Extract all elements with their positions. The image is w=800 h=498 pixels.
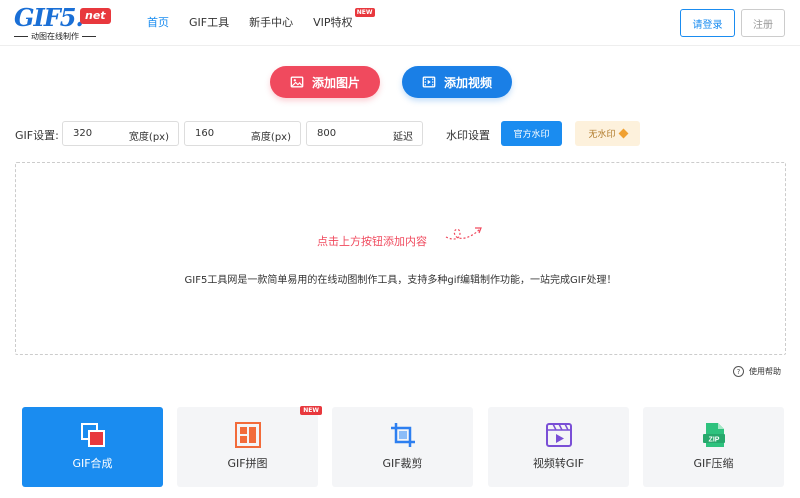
height-input[interactable]: 160 高度(px) bbox=[184, 121, 301, 146]
add-image-label: 添加图片 bbox=[311, 75, 360, 90]
video-icon bbox=[422, 76, 436, 88]
site-logo[interactable]: GIF5. net 动图在线制作 bbox=[14, 5, 114, 41]
delay-unit: 延迟 bbox=[393, 132, 413, 143]
logo-tagline: 动图在线制作 bbox=[14, 31, 96, 42]
no-watermark-label: 无水印 bbox=[588, 130, 616, 140]
help-label: 使用帮助 bbox=[749, 367, 781, 376]
nav-item-gif-tools[interactable]: GIF工具 bbox=[189, 14, 229, 30]
help-link[interactable]: ? 使用帮助 bbox=[733, 366, 781, 377]
tool-label: GIF裁剪 bbox=[382, 457, 423, 470]
main-nav: 首页 GIF工具 新手中心 VIP特权 NEW bbox=[147, 8, 375, 30]
nav-item-vip-label: VIP特权 bbox=[313, 16, 353, 29]
gif-settings-label: GIF设置: bbox=[15, 129, 59, 142]
width-input[interactable]: 320 宽度(px) bbox=[62, 121, 179, 146]
top-header: GIF5. net 动图在线制作 首页 GIF工具 新手中心 VIP特权 NEW… bbox=[0, 0, 800, 46]
question-icon: ? bbox=[733, 366, 744, 377]
tool-label: GIF压缩 bbox=[693, 457, 734, 470]
crop-icon bbox=[391, 423, 415, 447]
nav-item-beginner-center[interactable]: 新手中心 bbox=[249, 14, 293, 30]
zip-icon: ZIP bbox=[703, 423, 725, 447]
register-button[interactable]: 注册 bbox=[741, 9, 785, 37]
add-video-button[interactable]: 添加视频 bbox=[402, 66, 512, 98]
tool-video-to-gif[interactable]: 视频转GIF bbox=[488, 407, 629, 487]
tool-label: GIF合成 bbox=[72, 457, 113, 470]
logo-badge: net bbox=[80, 8, 111, 24]
tool-gif-puzzle[interactable]: GIF拼图 NEW bbox=[177, 406, 322, 487]
nav-item-home[interactable]: 首页 bbox=[147, 14, 169, 30]
add-video-label: 添加视频 bbox=[443, 75, 492, 90]
dropzone-hint: 点击上方按钮添加内容 bbox=[317, 235, 427, 248]
logo-text: GIF5. bbox=[14, 3, 84, 32]
official-watermark-button[interactable]: 官方水印 bbox=[501, 121, 562, 146]
new-badge: NEW bbox=[354, 8, 375, 17]
puzzle-icon bbox=[235, 422, 261, 448]
tool-label: 视频转GIF bbox=[532, 457, 585, 470]
width-unit: 宽度(px) bbox=[128, 132, 169, 143]
dropzone-description: GIF5工具网是一款简单易用的在线动图制作工具，支持多种gif编辑制作功能，一站… bbox=[184, 275, 617, 286]
no-watermark-button[interactable]: 无水印 bbox=[575, 121, 640, 146]
video-play-icon bbox=[546, 423, 572, 447]
add-image-button[interactable]: 添加图片 bbox=[270, 66, 380, 98]
delay-input[interactable]: 800 延迟 bbox=[306, 121, 423, 146]
svg-text:ZIP: ZIP bbox=[709, 437, 720, 444]
tool-label: GIF拼图 bbox=[227, 457, 268, 470]
curly-arrow-icon bbox=[445, 227, 482, 240]
login-button[interactable]: 请登录 bbox=[680, 9, 735, 37]
width-value: 320 bbox=[73, 128, 93, 139]
delay-value: 800 bbox=[317, 128, 337, 139]
tool-gif-crop[interactable]: GIF裁剪 bbox=[332, 407, 473, 487]
content-dropzone[interactable]: 点击上方按钮添加内容 GIF5工具网是一款简单易用的在线动图制作工具，支持多种g… bbox=[15, 162, 786, 355]
diamond-icon bbox=[618, 128, 628, 139]
tool-gif-merge[interactable]: GIF合成 bbox=[22, 407, 163, 487]
height-value: 160 bbox=[195, 128, 215, 139]
new-badge: NEW bbox=[300, 406, 322, 415]
image-icon bbox=[290, 76, 304, 88]
height-unit: 高度(px) bbox=[250, 132, 291, 143]
nav-item-vip[interactable]: VIP特权 NEW bbox=[313, 8, 375, 30]
merge-icon bbox=[81, 423, 105, 447]
tool-gif-compress[interactable]: ZIP GIF压缩 bbox=[643, 407, 784, 487]
watermark-settings-label: 水印设置 bbox=[446, 129, 490, 142]
